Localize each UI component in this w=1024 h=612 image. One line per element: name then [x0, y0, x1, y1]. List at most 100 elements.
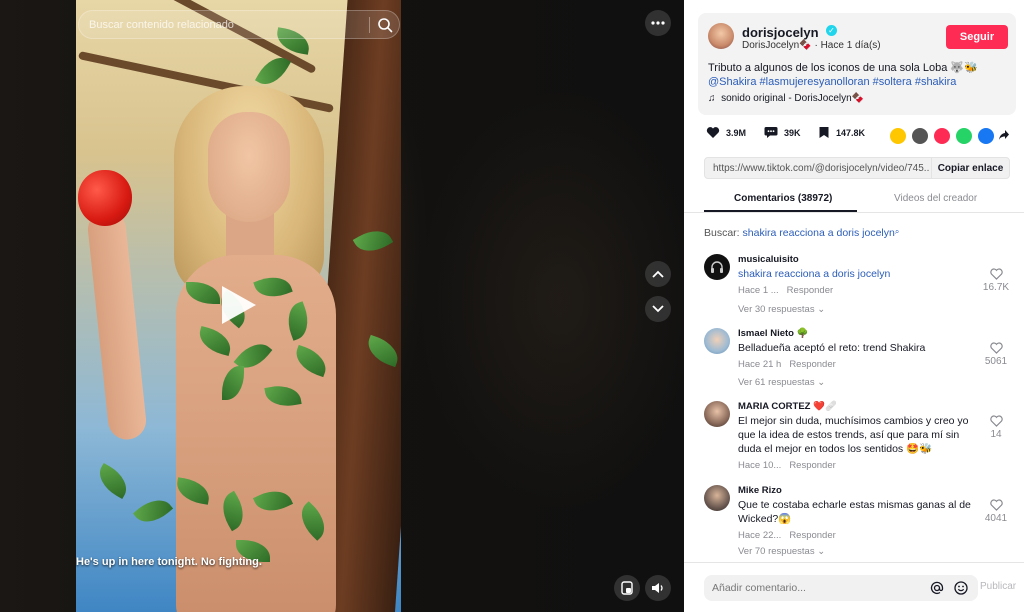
chevron-down-icon — [652, 305, 664, 313]
share-link-box: https://www.tiktok.com/@dorisjocelyn/vid… — [704, 157, 1010, 179]
search-icon[interactable] — [377, 17, 393, 33]
music-title[interactable]: sonido original - DorisJocelyn🍫 — [721, 93, 864, 104]
copy-link-button[interactable]: Copiar enlace — [931, 158, 1009, 178]
comment-item: musicaluisito shakira reacciona a doris … — [704, 254, 1014, 318]
floating-player-button[interactable] — [614, 575, 640, 601]
music-note-icon: ♫ — [708, 93, 716, 104]
comment-count: 39K — [784, 127, 801, 138]
comment-meta: Hace 10... Responder — [738, 460, 836, 471]
reply-button[interactable]: Responder — [789, 359, 835, 370]
commenter-avatar[interactable] — [704, 401, 730, 427]
red-apple — [78, 170, 132, 226]
comment-text: shakira reacciona a doris jocelyn — [738, 268, 891, 280]
headphones-icon — [711, 261, 723, 273]
verified-badge-icon: ✓ — [826, 25, 837, 36]
volume-button[interactable] — [645, 575, 671, 601]
comment-meta: Hace 1 ... Responder — [738, 285, 833, 296]
comment-like-count: 14 — [990, 429, 1002, 440]
chevron-up-icon — [652, 270, 664, 278]
previous-video-button[interactable] — [645, 261, 671, 287]
author-username[interactable]: dorisjocelyn — [742, 25, 819, 40]
author-avatar[interactable] — [708, 23, 734, 49]
floating-player-icon — [621, 581, 633, 595]
comment-input-wrapper — [704, 575, 978, 601]
save-action[interactable]: 147.8K — [818, 126, 865, 139]
comment-tabs: Comentarios (38972) Videos del creador — [684, 187, 1024, 213]
active-tab-indicator — [704, 210, 857, 212]
comment-text: Que te costaba echarle estas mismas gana… — [738, 499, 971, 525]
post-comment-button[interactable]: Publicar — [980, 581, 1016, 592]
follow-button[interactable]: Seguir — [946, 25, 1008, 49]
save-count: 147.8K — [836, 127, 866, 138]
video-caption: He's up in here tonight. No fighting. — [76, 556, 262, 568]
comment-like-count: 4041 — [984, 513, 1008, 524]
leaf — [132, 491, 174, 531]
heart-outline-icon — [989, 415, 1003, 427]
comment-like-button[interactable]: 4041 — [978, 499, 1014, 524]
share-arrow-icon[interactable] — [998, 129, 1010, 141]
facebook-icon[interactable] — [978, 128, 994, 144]
comment-like-count: 5061 — [984, 356, 1008, 367]
embed-icon[interactable] — [912, 128, 928, 144]
commenter-name[interactable]: musicaluisito — [738, 254, 799, 265]
comment-text: Belladueña aceptó el reto: trend Shakira — [738, 342, 926, 354]
related-search-input[interactable] — [89, 11, 359, 38]
mention-icon[interactable] — [930, 581, 944, 595]
view-replies-button[interactable]: Ver 30 respuestas ⌄ — [738, 304, 825, 315]
heart-icon — [706, 127, 720, 138]
comment-like-button[interactable]: 14 — [978, 415, 1014, 440]
comment-item: MARIA CORTEZ ❤️🩹 El mejor sin duda, much… — [704, 401, 1014, 477]
comment-search-hint[interactable]: Buscar: shakira reacciona a doris jocely… — [704, 227, 899, 239]
comment-text: El mejor sin duda, muchísimos cambios y … — [738, 415, 969, 455]
like-action[interactable]: 3.9M — [706, 126, 746, 139]
reply-button[interactable]: Responder — [787, 285, 833, 296]
send-to-friends-icon[interactable] — [934, 128, 950, 144]
music-info[interactable]: ♫ sonido original - DorisJocelyn🍫 — [708, 93, 864, 104]
comment-action[interactable]: 39K — [764, 126, 801, 139]
heart-outline-icon — [989, 342, 1003, 354]
view-replies-button[interactable]: Ver 61 respuestas ⌄ — [738, 377, 825, 388]
next-video-button[interactable] — [645, 296, 671, 322]
comment-like-count: 16.7K — [982, 282, 1010, 293]
play-icon[interactable] — [222, 286, 256, 324]
view-replies-button[interactable]: Ver 70 respuestas ⌄ — [738, 546, 825, 557]
reply-button[interactable]: Responder — [789, 460, 835, 471]
comment-item: Ismael Nieto 🌳 Belladueña aceptó el reto… — [704, 328, 1014, 392]
bookmark-icon — [819, 127, 829, 138]
search-divider — [369, 17, 370, 33]
hashtags-link[interactable]: @Shakira #lasmujeresyanolloran #soltera … — [708, 76, 956, 88]
related-search-bar[interactable] — [78, 10, 400, 39]
commenter-name[interactable]: Mike Rizo — [738, 485, 782, 496]
reply-button[interactable]: Responder — [789, 530, 835, 541]
like-count: 3.9M — [726, 127, 747, 138]
search-hint-query[interactable]: shakira reacciona a doris jocelyn — [743, 227, 895, 239]
more-options-button[interactable] — [645, 10, 671, 36]
tab-creator-videos[interactable]: Videos del creador — [894, 193, 977, 204]
comment-time: Hace 10... — [738, 460, 782, 471]
face — [208, 112, 290, 222]
arm — [86, 208, 148, 442]
more-dots-icon — [651, 21, 665, 25]
details-panel: dorisjocelyn ✓ DorisJocelyn🍫 · Hace 1 dí… — [684, 0, 1024, 612]
tab-comments[interactable]: Comentarios (38972) — [734, 193, 832, 204]
commenter-avatar[interactable] — [704, 485, 730, 511]
commenter-name[interactable]: Ismael Nieto 🌳 — [738, 328, 808, 339]
repost-icon[interactable] — [890, 128, 906, 144]
comment-time: Hace 22... — [738, 530, 782, 541]
commenter-avatar[interactable] — [704, 328, 730, 354]
comment-input[interactable] — [712, 575, 922, 601]
comment-like-button[interactable]: 5061 — [978, 342, 1014, 367]
emoji-icon[interactable] — [954, 581, 968, 595]
commenter-name[interactable]: MARIA CORTEZ ❤️🩹 — [738, 401, 837, 412]
whatsapp-icon[interactable] — [956, 128, 972, 144]
commenter-avatar[interactable] — [704, 254, 730, 280]
heart-outline-icon — [989, 499, 1003, 511]
comment-like-button[interactable]: 16.7K — [978, 268, 1014, 293]
search-hint-icon: ⌕ — [894, 227, 900, 236]
post-description: Tributo a algunos de los iconos de una s… — [708, 61, 1008, 89]
comment-time: Hace 21 h — [738, 359, 782, 370]
share-link-text[interactable]: https://www.tiktok.com/@dorisjocelyn/vid… — [713, 163, 929, 174]
author-subtitle: DorisJocelyn🍫 · Hace 1 día(s) — [742, 40, 881, 51]
search-hint-prefix: Buscar: — [704, 227, 740, 239]
volume-icon — [652, 583, 663, 593]
